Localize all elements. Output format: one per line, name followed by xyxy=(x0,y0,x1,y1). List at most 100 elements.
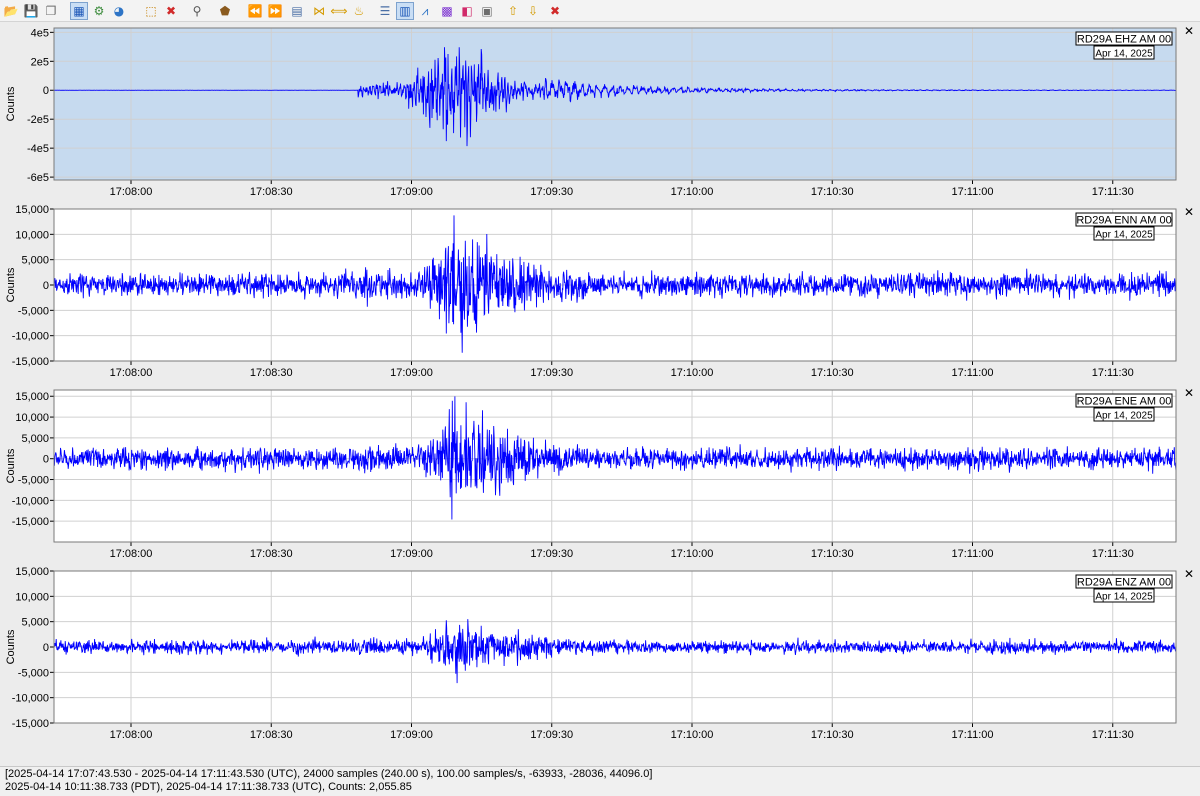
y-tick-label: -6e5 xyxy=(27,172,49,184)
y-tick-label: -2e5 xyxy=(27,114,49,126)
x-tick-label: 17:09:00 xyxy=(390,548,433,560)
x-tick-label: 17:11:00 xyxy=(951,729,993,741)
y-tick-label: 5,000 xyxy=(21,617,49,629)
date-label: Apr 14, 2025 xyxy=(1095,49,1153,60)
globe-icon[interactable]: ◕ xyxy=(110,2,128,20)
zoom-box-icon[interactable]: ⬚ xyxy=(142,2,160,20)
seismogram-chart-ene: 15,000 10,000 5,000 0 -5,000 -10,000 -15,000 17… xyxy=(5,389,1177,560)
y-tick-label: -15,000 xyxy=(12,356,49,368)
x-tick-label: 17:09:00 xyxy=(390,186,433,198)
x-tick-label: 17:09:00 xyxy=(390,367,433,379)
x-tick-label: 17:08:30 xyxy=(250,367,293,379)
y-tick-label: -15,000 xyxy=(12,718,49,730)
y-tick-label: 5,000 xyxy=(21,255,49,267)
filter-icon[interactable]: ⚙ xyxy=(90,2,108,20)
close-panel-icon[interactable]: ✕ xyxy=(1182,386,1196,400)
fast-forward-icon[interactable]: ⏩ xyxy=(266,2,284,20)
delete-red-icon[interactable]: ✖ xyxy=(162,2,180,20)
close-panel-icon[interactable]: ✕ xyxy=(1182,205,1196,219)
y-tick-label: 15,000 xyxy=(15,566,49,578)
palette-icon[interactable]: ◧ xyxy=(458,2,476,20)
y-tick-label: 0 xyxy=(43,85,49,97)
x-tick-label: 17:10:30 xyxy=(811,367,854,379)
x-tick-label: 17:10:30 xyxy=(811,729,854,741)
y-tick-label: 0 xyxy=(43,454,49,466)
y-tick-label: -5,000 xyxy=(18,475,49,487)
y-axis-label: Counts xyxy=(5,629,17,664)
channel-panel-ehz[interactable]: 4e5 2e5 0 -2e5 -4e5 -6e5 17:08:00 17:08:30 17:09… xyxy=(0,22,1200,200)
y-tick-label: -10,000 xyxy=(12,331,49,343)
compress-icon[interactable]: ⋈ xyxy=(310,2,328,20)
save-icon[interactable]: 💾 xyxy=(22,2,40,20)
x-tick-label: 17:09:30 xyxy=(530,548,573,560)
x-tick-label: 17:11:00 xyxy=(951,186,993,198)
channel-panel-enn[interactable]: 15,000 10,000 5,000 0 -5,000 -10,000 -15,000 17… xyxy=(0,203,1200,381)
channel-panel-ene[interactable]: 15,000 10,000 5,000 0 -5,000 -10,000 -15,000 17… xyxy=(0,384,1200,562)
waveform-icon[interactable]: ▥ xyxy=(396,2,414,20)
date-label: Apr 14, 2025 xyxy=(1095,411,1153,422)
close-red-icon[interactable]: ✖ xyxy=(546,2,564,20)
stack-icon[interactable]: ☰ xyxy=(376,2,394,20)
y-tick-label: -10,000 xyxy=(12,693,49,705)
channel-label: RD29A EHZ AM 00 xyxy=(1077,34,1171,46)
marker-icon[interactable]: ⬟ xyxy=(216,2,234,20)
spectrogram-icon[interactable]: ▩ xyxy=(438,2,456,20)
toolbar: 📂 💾 ❐ ▦ ⚙ ◕ ⬚ ✖ ⚲ ⬟ ⏪ ⏩ ▤ ⋈ ⟺ ♨ ☰ ▥ ⩘ ▩ ◧ ▣ ⇧ ⇩ ✖ xyxy=(0,0,1200,22)
y-tick-label: 10,000 xyxy=(15,412,49,424)
plot-background xyxy=(53,389,1177,543)
x-tick-label: 17:11:30 xyxy=(1092,367,1134,379)
x-tick-label: 17:10:30 xyxy=(811,186,854,198)
y-tick-label: 15,000 xyxy=(15,391,49,403)
rewind-icon[interactable]: ⏪ xyxy=(246,2,264,20)
arrow-down-icon[interactable]: ⇩ xyxy=(524,2,542,20)
date-label: Apr 14, 2025 xyxy=(1095,592,1153,603)
x-tick-label: 17:11:00 xyxy=(951,548,993,560)
y-tick-label: 0 xyxy=(43,642,49,654)
y-tick-label: 10,000 xyxy=(15,229,49,241)
map-icon[interactable]: ▤ xyxy=(288,2,306,20)
lightbulb-icon[interactable]: ♨ xyxy=(350,2,368,20)
x-tick-label: 17:11:30 xyxy=(1092,729,1134,741)
status-bar: [2025-04-14 17:07:43.530 - 2025-04-14 17… xyxy=(0,766,1200,796)
expand-icon[interactable]: ⟺ xyxy=(330,2,348,20)
y-tick-label: 2e5 xyxy=(31,56,49,68)
seismogram-chart-enz: 15,000 10,000 5,000 0 -5,000 -10,000 -15,000 17… xyxy=(5,566,1177,741)
x-tick-label: 17:10:00 xyxy=(671,548,714,560)
channel-panel-enz[interactable]: 15,000 10,000 5,000 0 -5,000 -10,000 -15,000 17… xyxy=(0,565,1200,743)
x-tick-label: 17:08:30 xyxy=(250,729,293,741)
y-tick-label: -4e5 xyxy=(27,143,49,155)
open-folder-icon[interactable]: 📂 xyxy=(2,2,20,20)
spectrum-icon[interactable]: ⩘ xyxy=(416,2,434,20)
x-tick-label: 17:10:30 xyxy=(811,548,854,560)
y-tick-label: -5,000 xyxy=(18,305,49,317)
plot-area: 4e5 2e5 0 -2e5 -4e5 -6e5 17:08:00 17:08:30 17:09… xyxy=(0,22,1200,766)
x-tick-label: 17:10:00 xyxy=(671,186,714,198)
seismogram-chart-enn: 15,000 10,000 5,000 0 -5,000 -10,000 -15,000 17… xyxy=(5,204,1177,379)
y-axis-label: Counts xyxy=(5,86,17,121)
x-tick-label: 17:11:00 xyxy=(951,367,993,379)
channel-view-icon[interactable]: ▦ xyxy=(70,2,88,20)
y-tick-label: 15,000 xyxy=(15,204,49,216)
document-icon[interactable]: ▣ xyxy=(478,2,496,20)
x-tick-label: 17:08:00 xyxy=(110,729,153,741)
x-tick-label: 17:09:30 xyxy=(530,729,573,741)
x-tick-label: 17:09:30 xyxy=(530,367,573,379)
y-axis-label: Counts xyxy=(5,448,17,483)
binoculars-icon[interactable]: ⚲ xyxy=(188,2,206,20)
x-tick-label: 17:08:30 xyxy=(250,186,293,198)
y-tick-label: -5,000 xyxy=(18,667,49,679)
close-panel-icon[interactable]: ✕ xyxy=(1182,567,1196,581)
x-tick-label: 17:08:00 xyxy=(110,548,153,560)
date-label: Apr 14, 2025 xyxy=(1095,230,1153,241)
x-tick-label: 17:09:00 xyxy=(390,729,433,741)
arrow-up-icon[interactable]: ⇧ xyxy=(504,2,522,20)
y-tick-label: -15,000 xyxy=(12,516,49,528)
x-tick-label: 17:11:30 xyxy=(1092,548,1134,560)
y-tick-label: 4e5 xyxy=(31,27,49,39)
status-line-cursor: 2025-04-14 10:11:38.733 (PDT), 2025-04-1… xyxy=(5,781,412,793)
x-tick-label: 17:08:00 xyxy=(110,186,153,198)
close-panel-icon[interactable]: ✕ xyxy=(1182,24,1196,38)
status-line-range: [2025-04-14 17:07:43.530 - 2025-04-14 17… xyxy=(5,768,653,780)
seismogram-chart-ehz: 4e5 2e5 0 -2e5 -4e5 -6e5 17:08:00 17:08:30 17:09… xyxy=(5,27,1177,198)
copy-icon[interactable]: ❐ xyxy=(42,2,60,20)
